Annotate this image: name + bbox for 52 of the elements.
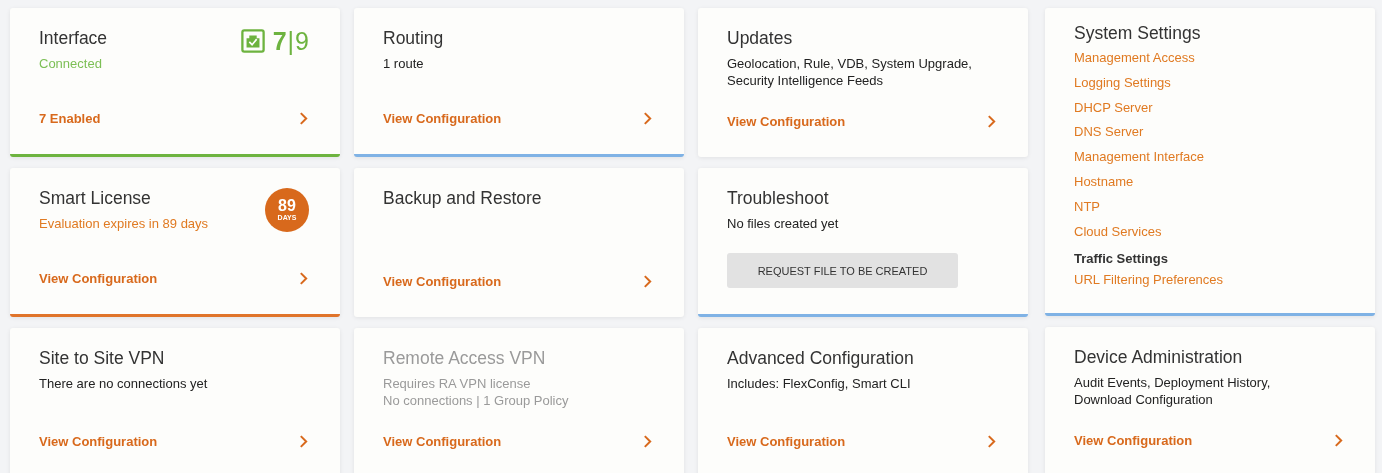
chevron-right-icon[interactable] <box>987 114 996 129</box>
view-configuration-link[interactable]: View Configuration <box>383 274 502 289</box>
card-title: Device Administration <box>1074 346 1244 368</box>
settings-link[interactable]: Management Access <box>1074 46 1195 71</box>
card-description: Geolocation, Rule, VDB, System Upgrade, <box>727 55 972 72</box>
chevron-right-icon[interactable] <box>643 274 652 289</box>
card-description: No files created yet <box>727 215 839 232</box>
chevron-right-icon[interactable] <box>987 434 996 449</box>
card-title: Troubleshoot <box>727 187 830 209</box>
card-title: Updates <box>727 27 794 49</box>
view-configuration-link[interactable]: View Configuration <box>727 114 846 129</box>
request-file-button[interactable]: REQUEST FILE TO BE CREATED <box>727 253 958 288</box>
card-description: Security Intelligence Feeds <box>727 72 885 89</box>
network-port-icon <box>240 29 265 53</box>
interface-count: 7|9 <box>272 27 309 55</box>
card-description: Audit Events, Deployment History, <box>1074 374 1271 391</box>
card-title: Smart License <box>39 187 152 209</box>
card-title: Routing <box>383 27 444 49</box>
view-configuration-link[interactable]: View Configuration <box>1074 433 1193 448</box>
card-description: 1 route <box>383 55 425 72</box>
card-title: System Settings <box>1074 22 1201 44</box>
view-configuration-link[interactable]: View Configuration <box>383 111 502 126</box>
card-description: Download Configuration <box>1074 391 1214 408</box>
card-title: Advanced Configuration <box>727 347 914 369</box>
settings-link[interactable]: Logging Settings <box>1074 70 1171 96</box>
card-title: Backup and Restore <box>383 187 542 209</box>
view-configuration-link[interactable]: View Configuration <box>727 434 846 449</box>
chevron-right-icon[interactable] <box>643 111 652 126</box>
card-description: Includes: FlexConfig, Smart CLI <box>727 375 912 392</box>
card-description: No connections | 1 Group Policy <box>383 392 569 409</box>
chevron-right-icon[interactable] <box>299 434 308 449</box>
settings-link[interactable]: URL Filtering Preferences <box>1074 268 1224 294</box>
chevron-right-icon[interactable] <box>299 271 308 286</box>
settings-link[interactable]: Cloud Services <box>1074 219 1162 245</box>
card-title: Interface <box>39 27 108 49</box>
card-title: Site to Site VPN <box>39 347 166 369</box>
settings-link[interactable]: NTP <box>1074 194 1100 220</box>
view-configuration-link[interactable]: View Configuration <box>39 271 158 286</box>
section-heading: Traffic Settings <box>1074 250 1169 269</box>
card-description: Evaluation expires in 89 days <box>39 215 209 232</box>
card-description: Connected <box>39 55 103 72</box>
card-description: There are no connections yet <box>39 375 208 392</box>
settings-link[interactable]: Management Interface <box>1074 145 1205 170</box>
card-title: Remote Access VPN <box>383 347 547 369</box>
settings-link[interactable]: DNS Server <box>1074 120 1144 146</box>
settings-link[interactable]: DHCP Server <box>1074 95 1153 121</box>
card-description: Requires RA VPN license <box>383 375 532 392</box>
settings-link[interactable]: Hostname <box>1074 170 1134 195</box>
view-configuration-link[interactable]: View Configuration <box>39 434 158 449</box>
chevron-right-icon[interactable] <box>299 111 308 126</box>
view-configuration-link[interactable]: 7 Enabled <box>39 111 101 126</box>
chevron-right-icon[interactable] <box>1334 433 1343 448</box>
